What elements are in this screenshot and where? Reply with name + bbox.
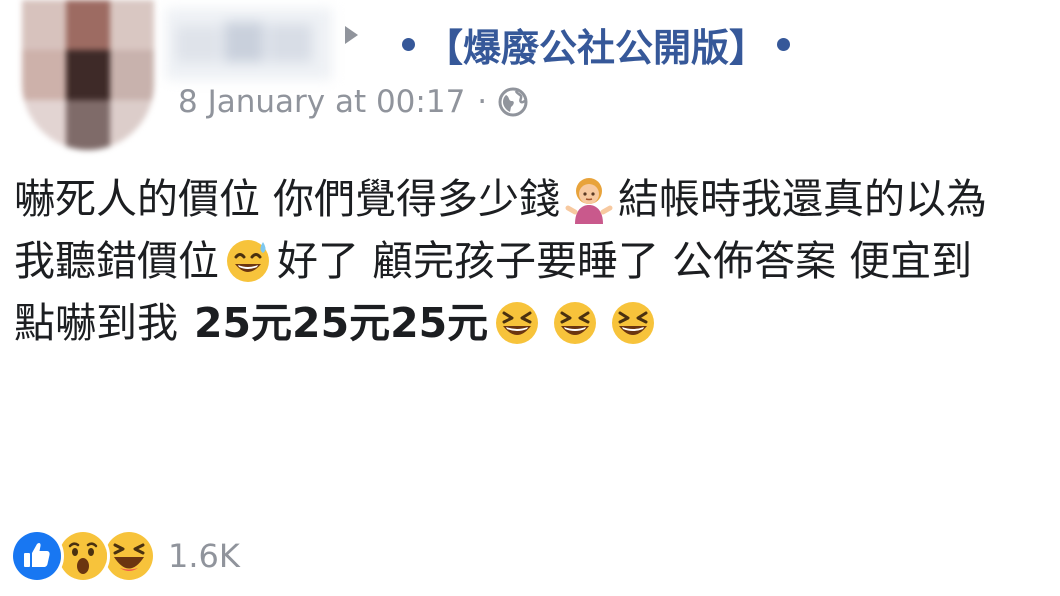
reaction-count[interactable]: 1.6K [168, 537, 240, 575]
laughing-emoji [554, 302, 597, 344]
post-meta: 8 January at 00:17 · [178, 80, 529, 124]
meta-separator: · [477, 84, 488, 120]
post-text-segment: 我聽錯價位 [14, 237, 219, 285]
haha-icon[interactable] [102, 529, 156, 583]
author-avatar[interactable] [22, 0, 154, 150]
group-name[interactable]: 【爆廢公社公開版】 [425, 17, 767, 72]
post-text-segment: 結帳時我還真的以為 [618, 175, 988, 223]
post-text-segment: 點嚇到我 [14, 299, 178, 347]
wow-icon[interactable] [56, 529, 110, 583]
sweat-smile-emoji [227, 240, 269, 282]
bullet-dot-icon [777, 37, 791, 51]
group-link[interactable]: 【爆廢公社公開版】 [392, 14, 800, 74]
reaction-summary[interactable]: 1.6K [10, 528, 240, 584]
post-timestamp[interactable]: 8 January at 00:17 [178, 84, 465, 120]
post-text-segment: 好了 顧完孩子要睡了 公佈答案 便宜到 [277, 237, 973, 285]
author-name-blurred[interactable] [166, 8, 332, 80]
woman-shrugging-emoji [565, 178, 613, 224]
post-body: 嚇死人的價位 你們覺得多少錢 結帳時我還真的以為 我聽錯價位 好了 顧完孩子要睡… [14, 168, 1060, 354]
laughing-emoji [496, 302, 539, 344]
globe-icon[interactable] [497, 86, 529, 118]
laughing-emoji [612, 302, 655, 344]
like-icon[interactable] [10, 529, 64, 583]
post-line-2: 我聽錯價位 好了 顧完孩子要睡了 公佈答案 便宜到 [14, 230, 1060, 292]
post-text-segment: 嚇死人的價位 你們覺得多少錢 [14, 175, 561, 223]
post-line-3: 點嚇到我 25元25元25元 [14, 292, 1060, 354]
price-answer: 25元25元25元 [194, 299, 489, 347]
arrow-right-icon [345, 26, 358, 44]
bullet-dot-icon [402, 37, 415, 51]
post-line-1: 嚇死人的價位 你們覺得多少錢 結帳時我還真的以為 [14, 168, 1060, 230]
